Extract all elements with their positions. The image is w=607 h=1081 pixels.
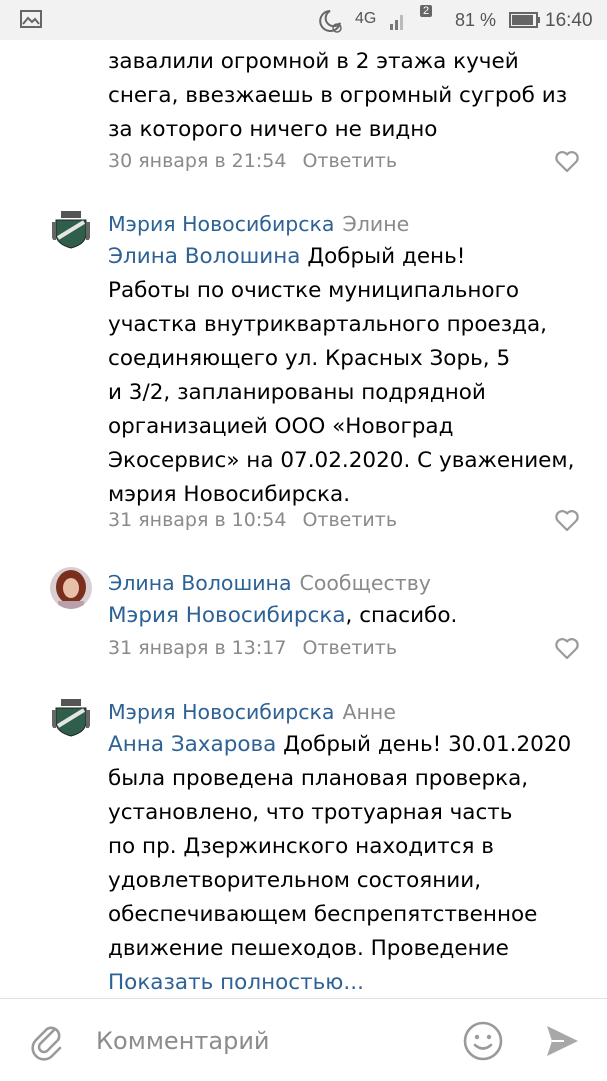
mention-link[interactable]: Элина Волошина (108, 244, 300, 269)
comment-text-line: Добрый день! (300, 244, 466, 269)
network-type: 4G (355, 10, 377, 27)
city-coat-of-arms-icon (50, 696, 92, 738)
comment-meta: 31 января в 10:54 Ответить (108, 509, 397, 531)
comment-text-line: обеспечивающем беспрепятственное (108, 902, 538, 927)
show-more-link[interactable]: Показать полностью... (108, 966, 578, 998)
attach-paperclip-icon[interactable] (30, 1021, 64, 1061)
comment-text-line: Экосервис» на 07.02.2020. С уважением, (108, 448, 575, 473)
comment-date: 31 января в 10:54 (108, 509, 287, 531)
avatar-city-hall[interactable] (50, 208, 92, 250)
city-coat-of-arms-icon (50, 208, 92, 250)
comment-text-line: удовлетворительном состоянии, (108, 868, 482, 893)
comment-text-line: и 3/2, запланированы подрядной (108, 380, 486, 405)
reply-to: Элине (342, 212, 410, 236)
comment-text-line: установлено, что тротуарная часть (108, 800, 513, 825)
comment-text-line: участка внутриквартального проезда, (108, 312, 548, 337)
sim-badge: 2 (420, 5, 433, 17)
comment-text: Мэрия Новосибирска, спасибо. (108, 599, 578, 633)
emoji-smile-icon[interactable] (462, 1020, 504, 1062)
comment-header: Мэрия Новосибирска Анне (108, 700, 396, 724)
comment-header: Элина Волошина Сообществу (108, 571, 431, 595)
comment-author[interactable]: Элина Волошина (108, 571, 292, 595)
reply-to: Анне (342, 700, 396, 724)
comment-text-line: соединяющего ул. Красных Зорь, 5 (108, 346, 511, 371)
like-heart-icon[interactable] (554, 637, 580, 661)
comment-text-line: была проведена плановая проверка, (108, 766, 529, 791)
gallery-notification-icon (20, 10, 42, 28)
comment-input[interactable] (96, 1021, 426, 1061)
comment-text-line: снега, ввезжаешь в огромный сугроб из (108, 83, 568, 108)
do-not-disturb-moon-icon (319, 10, 342, 33)
reply-to: Сообществу (299, 571, 431, 595)
comment-text-line: мэрия Новосибирска. (108, 482, 351, 507)
reply-button[interactable]: Ответить (302, 637, 397, 659)
comment-text: завалили огромной в 2 этажа кучей снега,… (108, 45, 578, 147)
sim2-signal: 2 (420, 5, 433, 26)
comment-text-line: Работы по очистке муниципального (108, 278, 520, 303)
comment-text: Элина Волошина Добрый день! Работы по оч… (108, 240, 578, 512)
comment-composer (0, 998, 607, 1081)
status-bar: 4G 2 81 % 16:40 (0, 0, 607, 40)
comment-text-line: , спасибо. (345, 603, 458, 628)
comment-text-line: по пр. Дзержинского находится в (108, 834, 494, 859)
comment-text-line: за которого ничего не видно (108, 117, 438, 142)
send-arrow-icon[interactable] (544, 1023, 580, 1059)
comment-author[interactable]: Мэрия Новосибирска (108, 700, 335, 724)
clock: 16:40 (545, 10, 593, 31)
comment-text-line: завалили огромной в 2 этажа кучей (108, 49, 519, 74)
user-photo-icon (50, 567, 92, 609)
comment-text-line: движение пешеходов. Проведение (108, 936, 509, 961)
comment-header: Мэрия Новосибирска Элине (108, 212, 409, 236)
comment-meta: 30 января в 21:54 Ответить (108, 150, 397, 172)
comment-author[interactable]: Мэрия Новосибирска (108, 212, 335, 236)
avatar-user[interactable] (50, 567, 92, 609)
mention-link[interactable]: Анна Захарова (108, 732, 276, 757)
comment-text-line: Добрый день! 30.01.2020 (276, 732, 572, 757)
signal-strength-icon-sim1 (390, 15, 403, 30)
battery-icon (509, 12, 540, 28)
battery-percent: 81 % (455, 10, 497, 30)
comment-meta: 31 января в 13:17 Ответить (108, 637, 397, 659)
like-heart-icon[interactable] (554, 150, 580, 174)
reply-button[interactable]: Ответить (302, 509, 397, 531)
comment-date: 30 января в 21:54 (108, 150, 287, 172)
comment-date: 31 января в 13:17 (108, 637, 287, 659)
reply-button[interactable]: Ответить (302, 150, 397, 172)
comment-text: Анна Захарова Добрый день! 30.01.2020 бы… (108, 728, 578, 998)
avatar-city-hall[interactable] (50, 696, 92, 738)
mention-link[interactable]: Мэрия Новосибирска (108, 603, 346, 628)
comments-list[interactable]: завалили огромной в 2 этажа кучей снега,… (0, 40, 607, 998)
like-heart-icon[interactable] (554, 509, 580, 533)
comment-text-line: организацией ООО «Новоград (108, 414, 454, 439)
